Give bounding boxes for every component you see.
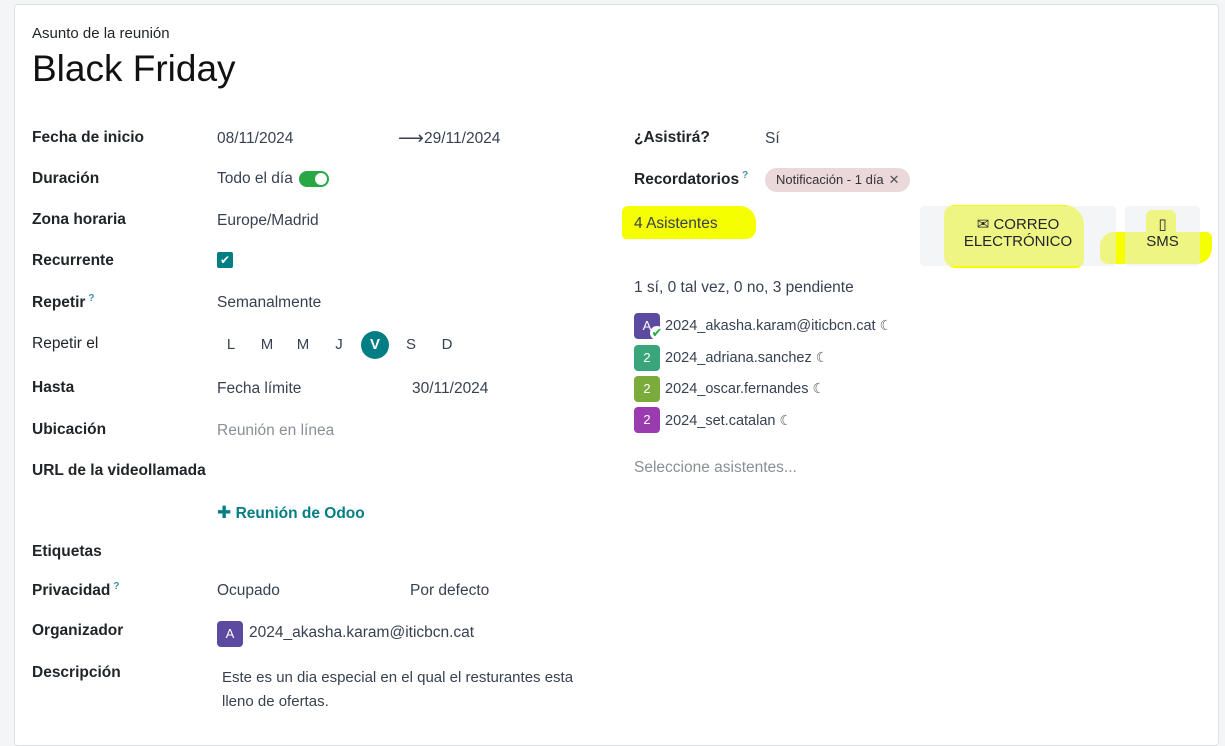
day-toggle-j[interactable]: J [325, 331, 353, 359]
arrow-right-icon: ⟶ [398, 128, 424, 148]
until-date-field[interactable]: 30/11/2024 [412, 380, 488, 398]
privacy-label-text: Privacidad [32, 582, 111, 600]
help-icon[interactable]: ? [742, 170, 748, 181]
plus-icon: ✚ [217, 503, 232, 522]
subject-label: Asunto de la reunión [32, 25, 170, 42]
close-icon[interactable]: ✕ [889, 172, 900, 187]
attendee-name[interactable]: 2024_akasha.karam@iticbcn.cat [665, 318, 876, 334]
avatar: A [217, 621, 243, 647]
recurrent-checkbox[interactable]: ✔ [217, 252, 233, 268]
description-line-2[interactable]: lleno de ofertas. [222, 693, 329, 710]
attendee-name[interactable]: 2024_oscar.fernandes [665, 381, 809, 397]
check-icon: ✔ [650, 325, 664, 340]
help-icon[interactable]: ? [88, 293, 94, 304]
description-line-1[interactable]: Este es un dia especial en el qual el re… [222, 669, 573, 686]
until-type-select[interactable]: Fecha límite [217, 380, 301, 398]
odoo-meeting-button: ✚ Reunión de Odoo [217, 503, 365, 523]
reminders-label-text: Recordatorios [634, 171, 740, 189]
until-label: Hasta [32, 379, 75, 396]
reminder-tag-label: Notificación - 1 día [776, 172, 884, 187]
attendees-summary: 1 sí, 0 tal vez, 0 no, 3 pendiente [634, 279, 854, 296]
moon-icon: ☾ [812, 380, 826, 396]
attendee-name[interactable]: 2024_adriana.sanchez [665, 350, 812, 366]
tags-label: Etiquetas [32, 543, 102, 560]
repeat-on-label: Repetir el [32, 335, 99, 352]
location-label: Ubicación [32, 421, 107, 438]
show-as-select[interactable]: Ocupado [217, 582, 280, 600]
attendee-item: 2024_set.catalan ☾ [665, 412, 792, 429]
mobile-icon: ▯ [1158, 216, 1167, 233]
all-day-toggle[interactable] [298, 170, 329, 187]
sms-button[interactable]: ▯ SMS [1125, 206, 1200, 266]
privacy-label: Privacidad? [32, 581, 120, 600]
reminders-label: Recordatorios? [634, 170, 748, 189]
day-toggle-m[interactable]: M [253, 331, 281, 359]
all-day-text: Todo el día [217, 170, 293, 187]
recurrent-label: Recurrente [32, 252, 114, 269]
reminder-tag: Notificación - 1 día ✕ [765, 168, 910, 192]
repeat-label-text: Repetir [32, 294, 86, 312]
day-toggle-v[interactable]: V [361, 331, 389, 359]
email-button-label-2: ELECTRÓNICO [963, 233, 1073, 250]
moon-icon: ☾ [779, 412, 793, 428]
day-toggle-l[interactable]: L [217, 331, 245, 359]
duration-label: Duración [32, 170, 100, 187]
sms-button-label: SMS [1146, 233, 1179, 250]
organizer-field[interactable]: 2024_akasha.karam@iticbcn.cat [249, 624, 474, 642]
start-date-field[interactable]: 08/11/2024 [217, 130, 293, 148]
organizer-label: Organizador [32, 622, 124, 639]
video-url-label: URL de la videollamada [32, 462, 206, 479]
attend-label: ¿Asistirá? [634, 129, 710, 146]
day-toggle-x[interactable]: M [289, 331, 317, 359]
email-button-line-1: ✉ CORREO [920, 215, 1116, 233]
odoo-meeting-label[interactable]: Reunión de Odoo [236, 505, 365, 522]
start-date-label: Fecha de inicio [32, 129, 144, 146]
avatar: 2 [634, 376, 660, 402]
select-attendees-input[interactable]: Seleccione asistentes... [634, 459, 797, 477]
attendee-item: 2024_adriana.sanchez ☾ [665, 349, 828, 366]
form-sheet [14, 4, 1219, 746]
attendee-item: 2024_akasha.karam@iticbcn.cat ☾ [665, 317, 892, 334]
day-toggle-d[interactable]: D [433, 331, 461, 359]
location-input[interactable]: Reunión en línea [217, 422, 334, 440]
end-date-field[interactable]: 29/11/2024 [424, 130, 500, 148]
avatar: 2 [634, 345, 660, 371]
timezone-field[interactable]: Europe/Madrid [217, 212, 319, 230]
repeat-label: Repetir? [32, 293, 95, 312]
attendee-item: 2024_oscar.fernandes ☾ [665, 380, 825, 397]
page-title[interactable]: Black Friday [32, 48, 236, 90]
description-label: Descripción [32, 664, 121, 681]
moon-icon: ☾ [815, 349, 829, 365]
attendee-name[interactable]: 2024_set.catalan [665, 413, 775, 429]
avatar: 2 [634, 407, 660, 433]
moon-icon: ☾ [879, 317, 893, 333]
help-icon[interactable]: ? [113, 581, 119, 592]
timezone-label: Zona horaria [32, 211, 126, 228]
envelope-icon: ✉ [976, 216, 990, 233]
all-day-field: Todo el día [217, 170, 329, 188]
repeat-select[interactable]: Semanalmente [217, 294, 321, 312]
email-button-label-1: CORREO [993, 216, 1060, 233]
privacy-select[interactable]: Por defecto [410, 582, 489, 600]
attendees-count: 4 Asistentes [634, 215, 718, 232]
day-toggle-s[interactable]: S [397, 331, 425, 359]
attend-select[interactable]: Sí [765, 130, 780, 148]
email-button[interactable]: ✉ CORREO ELECTRÓNICO [920, 206, 1116, 266]
